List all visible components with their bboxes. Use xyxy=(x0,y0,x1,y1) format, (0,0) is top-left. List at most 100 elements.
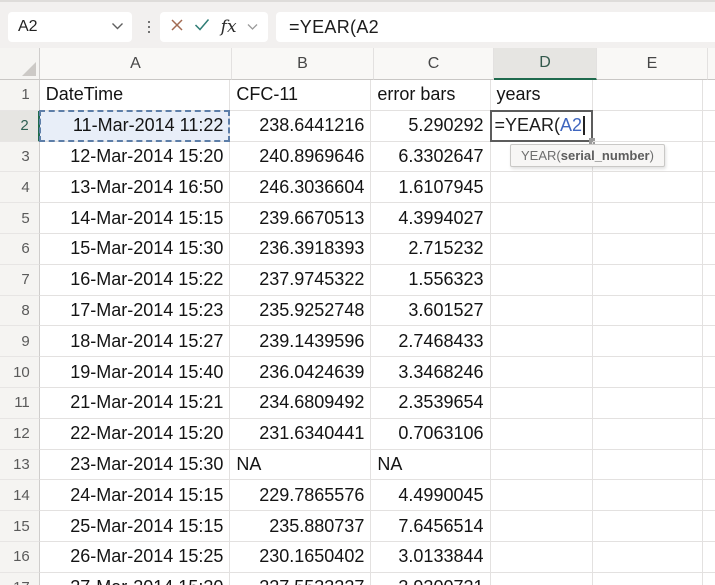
cell-E12[interactable] xyxy=(592,418,704,450)
cell-C16[interactable]: 3.0133844 xyxy=(371,541,491,573)
cell-E8[interactable] xyxy=(592,295,704,327)
cell-A11[interactable]: 21-Mar-2014 15:21 xyxy=(39,387,231,419)
cell-A2[interactable]: 11-Mar-2014 11:22 xyxy=(38,109,231,142)
cell-A3[interactable]: 12-Mar-2014 15:20 xyxy=(39,141,231,173)
cell-E10[interactable] xyxy=(592,357,704,388)
row-header-5[interactable]: 5 xyxy=(0,203,40,234)
row-header-13[interactable]: 13 xyxy=(0,449,40,481)
cell-C9[interactable]: 2.7468433 xyxy=(371,326,491,358)
cell-C5[interactable]: 4.3994027 xyxy=(371,203,491,234)
cell-C12[interactable]: 0.7063106 xyxy=(371,418,491,450)
cell-E17[interactable] xyxy=(593,572,704,585)
cell-B1[interactable]: CFC-11 xyxy=(230,80,372,111)
cell-E16[interactable] xyxy=(592,541,704,573)
cell-C4[interactable]: 1.6107945 xyxy=(371,172,491,204)
cell-C17[interactable]: 3.9200721 xyxy=(371,572,491,585)
row-header-15[interactable]: 15 xyxy=(0,511,40,542)
cell-A10[interactable]: 19-Mar-2014 15:40 xyxy=(39,357,231,388)
cell-B16[interactable]: 230.1650402 xyxy=(230,541,372,573)
cell-A15[interactable]: 25-Mar-2014 15:15 xyxy=(39,511,231,542)
cell-E4[interactable] xyxy=(592,172,704,204)
cell-A12[interactable]: 22-Mar-2014 15:20 xyxy=(39,418,231,450)
cell-E13[interactable] xyxy=(592,449,704,481)
name-box[interactable]: A2 xyxy=(8,12,132,42)
row-header-2[interactable]: 2 xyxy=(0,110,40,142)
cell-B3[interactable]: 240.8969646 xyxy=(230,141,372,173)
cell-D6[interactable] xyxy=(490,233,593,265)
cell-C1[interactable]: error bars xyxy=(371,80,491,111)
cell-A17[interactable]: 27-Mar-2014 15:20 xyxy=(40,572,231,585)
cell-D8[interactable] xyxy=(490,295,593,327)
row-header-1[interactable]: 1 xyxy=(0,80,40,111)
row-header-16[interactable]: 16 xyxy=(0,541,40,573)
cell-E14[interactable] xyxy=(592,480,704,512)
row-header-4[interactable]: 4 xyxy=(0,172,40,204)
cell-E9[interactable] xyxy=(592,326,704,358)
column-header-D[interactable]: D xyxy=(494,48,597,80)
cell-C3[interactable]: 6.3302647 xyxy=(371,141,491,173)
cell-B9[interactable]: 239.1439596 xyxy=(230,326,372,358)
cell-E7[interactable] xyxy=(592,264,704,296)
row-header-10[interactable]: 10 xyxy=(0,357,40,388)
cell-E1[interactable] xyxy=(592,80,704,111)
cell-C10[interactable]: 3.3468246 xyxy=(371,357,491,388)
row-header-3[interactable]: 3 xyxy=(0,141,40,173)
cell-A6[interactable]: 15-Mar-2014 15:30 xyxy=(39,233,231,265)
row-header-12[interactable]: 12 xyxy=(0,418,40,450)
cell-B13[interactable]: NA xyxy=(230,449,372,481)
cell-A7[interactable]: 16-Mar-2014 15:22 xyxy=(39,264,231,296)
row-header-14[interactable]: 14 xyxy=(0,480,40,512)
chevron-down-icon[interactable] xyxy=(111,18,124,36)
cell-D2[interactable]: =YEAR(A2 xyxy=(489,109,595,144)
select-all-corner[interactable] xyxy=(0,48,40,80)
column-header-B[interactable]: B xyxy=(232,48,374,80)
cell-A13[interactable]: 23-Mar-2014 15:30 xyxy=(39,449,231,481)
cell-C15[interactable]: 7.6456514 xyxy=(371,511,491,542)
cell-D5[interactable] xyxy=(490,203,593,234)
column-header-A[interactable]: A xyxy=(40,48,232,80)
cell-C7[interactable]: 1.556323 xyxy=(371,264,491,296)
cell-C11[interactable]: 2.3539654 xyxy=(371,387,491,419)
cell-E2[interactable] xyxy=(592,110,703,142)
cell-B6[interactable]: 236.3918393 xyxy=(230,233,372,265)
cell-B5[interactable]: 239.6670513 xyxy=(230,203,372,234)
cell-D15[interactable] xyxy=(490,511,593,542)
cell-B11[interactable]: 234.6809492 xyxy=(230,387,372,419)
cell-D12[interactable] xyxy=(490,418,593,450)
cell-D9[interactable] xyxy=(490,326,593,358)
cell-E5[interactable] xyxy=(592,203,704,234)
cell-D4[interactable] xyxy=(490,172,593,204)
cell-B15[interactable]: 235.880737 xyxy=(230,511,372,542)
cell-D13[interactable] xyxy=(490,449,593,481)
cell-E6[interactable] xyxy=(592,233,704,265)
enter-check-icon[interactable] xyxy=(194,18,210,36)
cell-C2[interactable]: 5.290292 xyxy=(371,110,491,142)
row-header-17[interactable]: 17 xyxy=(0,572,40,585)
cell-B4[interactable]: 246.3036604 xyxy=(230,172,372,204)
cell-A8[interactable]: 17-Mar-2014 15:23 xyxy=(39,295,231,327)
cell-E15[interactable] xyxy=(592,511,704,542)
column-header-C[interactable]: C xyxy=(374,48,494,80)
cell-B17[interactable]: 227.5533227 xyxy=(230,572,372,585)
cell-C8[interactable]: 3.601527 xyxy=(371,295,491,327)
cell-D10[interactable] xyxy=(490,357,593,388)
cell-B7[interactable]: 237.9745322 xyxy=(230,264,372,296)
cell-E11[interactable] xyxy=(592,387,704,419)
cell-B2[interactable]: 238.6441216 xyxy=(230,110,372,142)
row-header-6[interactable]: 6 xyxy=(0,233,40,265)
cell-D14[interactable] xyxy=(490,480,593,512)
row-header-11[interactable]: 11 xyxy=(0,387,40,419)
cell-A5[interactable]: 14-Mar-2014 15:15 xyxy=(39,203,231,234)
cell-D7[interactable] xyxy=(490,264,593,296)
kebab-menu-icon[interactable] xyxy=(143,12,155,42)
fx-chevron-down-icon[interactable] xyxy=(247,18,258,36)
cell-B8[interactable]: 235.9252748 xyxy=(230,295,372,327)
cell-A4[interactable]: 13-Mar-2014 16:50 xyxy=(39,172,231,204)
cell-A16[interactable]: 26-Mar-2014 15:25 xyxy=(39,541,231,573)
cell-A1[interactable]: DateTime xyxy=(39,80,231,111)
cell-A9[interactable]: 18-Mar-2014 15:27 xyxy=(39,326,231,358)
row-header-7[interactable]: 7 xyxy=(0,264,40,296)
cell-D11[interactable] xyxy=(490,387,593,419)
cell-C13[interactable]: NA xyxy=(371,449,491,481)
cancel-icon[interactable] xyxy=(170,18,184,37)
